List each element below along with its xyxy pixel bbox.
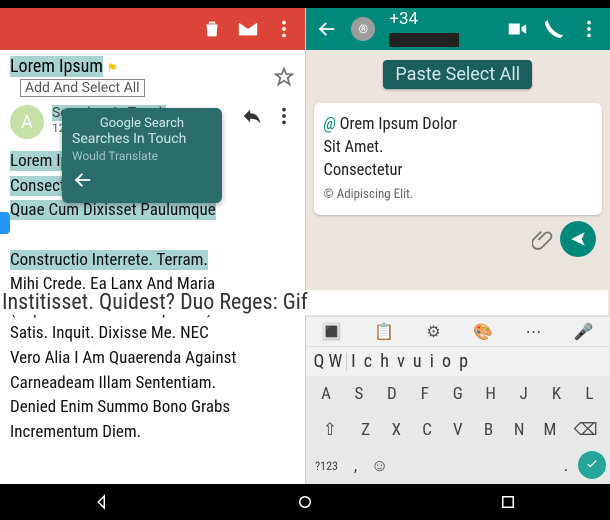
key[interactable]: L [577,379,601,409]
key[interactable]: X [384,415,408,445]
period-key[interactable]: . [554,451,578,481]
call-icon[interactable] [542,18,564,40]
key[interactable]: F [413,379,437,409]
back-icon[interactable] [72,169,94,191]
nav-back[interactable] [93,493,111,511]
sender-avatar[interactable]: A [10,105,44,139]
wa-header: ® +34 [306,8,610,50]
contact-avatar[interactable]: ® [351,17,375,41]
sugg-1[interactable]: Q W [314,351,343,372]
key[interactable]: J [512,379,536,409]
back-icon[interactable] [316,18,338,40]
tooltip-r1: Google Search [72,116,212,131]
key[interactable]: D [380,379,404,409]
suggestion-row: Q W I c h v u i o p [306,346,610,376]
star-icon[interactable] [273,66,295,88]
delete-icon[interactable] [201,18,223,40]
key[interactable]: G [446,379,470,409]
key[interactable]: K [545,379,569,409]
comma-key[interactable]: , [344,451,368,481]
key[interactable]: A [314,379,338,409]
key[interactable]: H [479,379,503,409]
more-icon[interactable]: ⋯ [525,322,541,341]
gmail-header [0,8,305,50]
more-icon[interactable] [273,18,295,40]
gmail-pane: Lorem Ipsum ⚑ Add And Select All A Searc… [0,8,306,484]
android-navbar [0,484,610,520]
send-button[interactable] [560,221,596,257]
whatsapp-pane: ® +34 Paste Select All @ Orem Ipsum Dolo… [306,8,610,484]
wa-chat-body: Paste Select All @ Orem Ipsum Dolor Sit … [306,50,610,316]
key[interactable]: B [476,415,500,445]
paste-menu[interactable]: Paste Select All [383,60,532,89]
message-input[interactable]: @ Orem Ipsum Dolor Sit Amet. Consectetur… [314,103,603,215]
selection-handle[interactable] [0,212,10,234]
key[interactable]: S [347,379,371,409]
translate-tooltip[interactable]: Google Search Searches In Touch Would Tr… [62,108,222,203]
composer-row [314,215,603,257]
nav-recents[interactable] [499,493,517,511]
key[interactable]: M [538,415,562,445]
space-key[interactable] [398,451,549,479]
keyboard[interactable]: ASDFGHJKL ⇧ ZXCVBNM ⌫ ?123 , ☺ . [306,376,610,484]
flag-icon: ⚑ [107,61,118,75]
shift-key[interactable]: ⇧ [313,415,347,445]
sugg-2[interactable]: I c h v u i o p [351,351,470,372]
emoji-key[interactable]: ☺ [368,451,392,481]
key[interactable]: Z [354,415,378,445]
clipboard-icon[interactable]: 📋 [374,322,394,341]
enter-key[interactable] [578,451,606,479]
nav-home[interactable] [296,493,314,511]
backspace-key[interactable]: ⌫ [569,415,603,445]
key[interactable]: V [446,415,470,445]
symbols-key[interactable]: ?123 [310,451,344,481]
palette-icon[interactable]: 🎨 [473,322,493,341]
selection-overlay: Institisset. Quidest? Duo Reges: Gif [2,290,608,315]
mail-icon[interactable] [237,18,259,40]
key[interactable]: C [415,415,439,445]
settings-icon[interactable]: ⚙ [426,322,440,341]
tooltip-r2: Searches In Touch [72,131,212,147]
title-chip: Lorem Ipsum [10,56,103,77]
contact-name[interactable]: +34 [389,9,492,49]
video-icon[interactable] [506,18,528,40]
reply-icon[interactable] [241,105,263,127]
key[interactable]: N [507,415,531,445]
attach-icon[interactable] [532,228,554,250]
context-menu-add[interactable]: Add And Select All [20,79,145,97]
more-icon[interactable] [578,18,600,40]
tooltip-r3: Would Translate [72,149,212,163]
mic-icon[interactable]: 🎤 [574,322,594,341]
gif-icon[interactable]: 🔳 [322,322,342,341]
msg-more-icon[interactable] [273,105,295,127]
keyboard-toolbar: 🔳 📋 ⚙ 🎨 ⋯ 🎤 [306,316,610,346]
email-title-row: Lorem Ipsum ⚑ Add And Select All [0,50,305,99]
